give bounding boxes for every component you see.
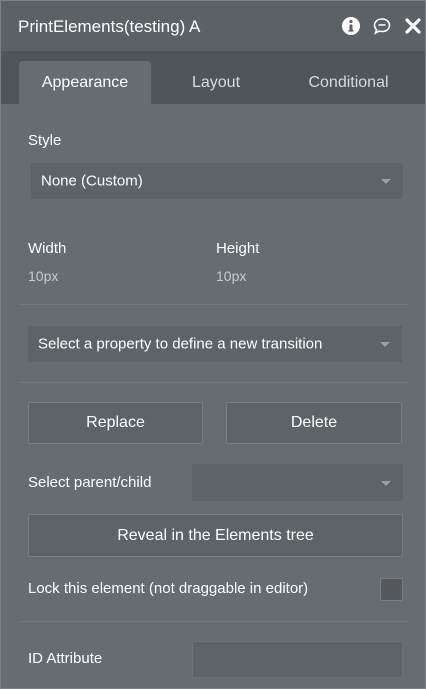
height-value[interactable]: 10px (216, 268, 246, 284)
lock-element-checkbox[interactable] (380, 578, 403, 601)
parent-child-dropdown[interactable] (192, 464, 403, 501)
style-label: Style (28, 132, 62, 149)
replace-button[interactable]: Replace (28, 402, 203, 444)
close-icon[interactable] (403, 16, 423, 36)
divider (19, 382, 409, 383)
element-title: PrintElements(testing) A (18, 17, 201, 36)
comment-icon[interactable] (372, 16, 392, 36)
delete-button[interactable]: Delete (226, 402, 402, 444)
lock-element-label: Lock this element (not draggable in edit… (28, 580, 309, 597)
title-bar[interactable]: PrintElements(testing) A (1, 1, 425, 51)
transition-dropdown[interactable]: Select a property to define a new transi… (28, 326, 402, 362)
height-label: Height (216, 240, 260, 257)
transition-placeholder: Select a property to define a new transi… (38, 335, 323, 353)
tab-layout[interactable]: Layout (151, 61, 281, 104)
width-value[interactable]: 10px (28, 268, 58, 284)
id-attribute-input[interactable] (192, 641, 403, 678)
reveal-in-elements-tree-button[interactable]: Reveal in the Elements tree (28, 514, 403, 557)
chevron-down-icon (381, 480, 391, 486)
width-label: Width (28, 240, 67, 257)
parent-child-label: Select parent/child (28, 474, 152, 491)
divider (19, 304, 409, 305)
tab-appearance[interactable]: Appearance (19, 61, 151, 104)
tab-bar: Appearance Layout Conditional (1, 51, 425, 104)
divider (19, 621, 409, 622)
id-attribute-label: ID Attribute (28, 650, 103, 667)
chevron-down-icon (381, 179, 391, 184)
property-editor-panel: PrintElements(testing) A Appearance Layo… (0, 0, 426, 689)
style-selected-value: None (Custom) (41, 172, 143, 190)
chevron-down-icon (380, 342, 390, 347)
style-dropdown[interactable]: None (Custom) (31, 163, 403, 199)
info-icon[interactable] (341, 16, 361, 36)
tab-conditional[interactable]: Conditional (281, 61, 416, 104)
